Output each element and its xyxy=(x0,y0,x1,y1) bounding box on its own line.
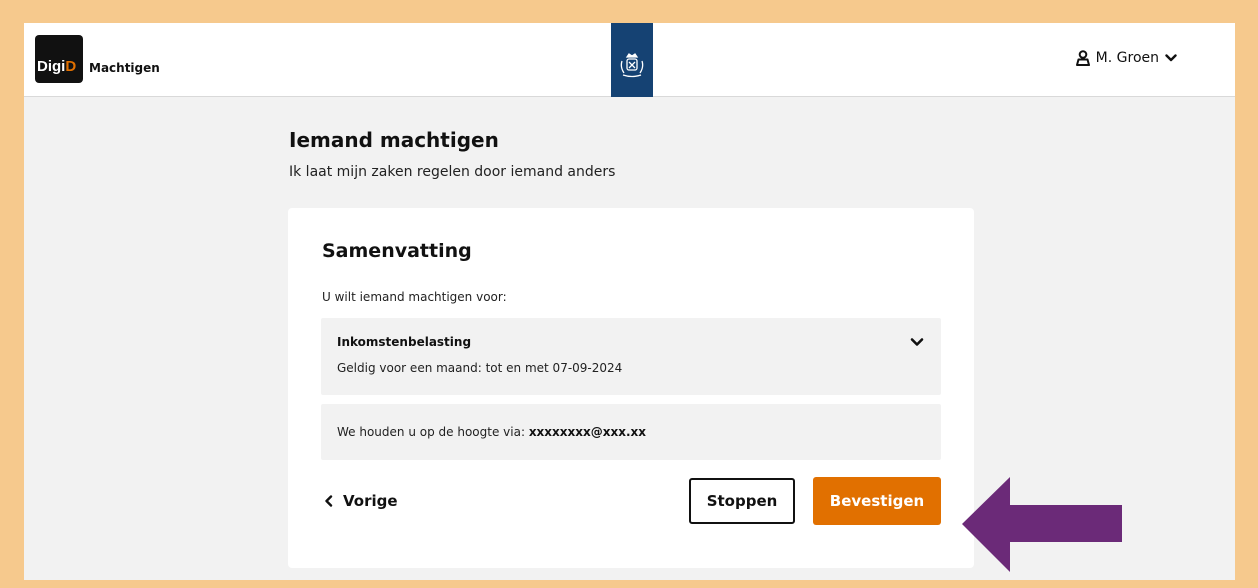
notification-label: We houden u op de hoogte via: xyxy=(337,425,525,439)
chevron-down-icon xyxy=(1165,54,1177,62)
authorization-validity: Geldig voor een maand: tot en met 07-09-… xyxy=(337,361,623,375)
coat-of-arms-icon xyxy=(620,53,644,78)
user-menu[interactable]: M. Groen xyxy=(1075,48,1177,68)
summary-title: Samenvatting xyxy=(322,240,472,262)
page-subtitle: Ik laat mijn zaken regelen door iemand a… xyxy=(289,164,616,180)
chevron-left-icon xyxy=(325,495,333,507)
digid-logo-text: DigiD xyxy=(37,58,77,75)
confirm-button[interactable]: Bevestigen xyxy=(813,477,941,525)
summary-intro: U wilt iemand machtigen voor: xyxy=(322,290,507,304)
authorization-name: Inkomstenbelasting xyxy=(337,335,472,349)
chevron-down-icon[interactable] xyxy=(909,334,925,350)
user-icon xyxy=(1075,50,1090,66)
stop-button[interactable]: Stoppen xyxy=(689,478,795,524)
app-name: Machtigen xyxy=(89,61,160,75)
user-name: M. Groen xyxy=(1095,50,1159,66)
browser-viewport: DigiD Machtigen M. Groen Iemand machtige… xyxy=(24,23,1235,580)
page-title: Iemand machtigen xyxy=(289,128,499,152)
notification-panel: We houden u op de hoogte via: xxxxxxxx@x… xyxy=(321,404,941,460)
annotation-arrow-icon xyxy=(962,477,1122,572)
back-link[interactable]: Vorige xyxy=(324,492,398,510)
notification-email: xxxxxxxx@xxx.xx xyxy=(528,425,646,439)
top-bar: DigiD Machtigen M. Groen xyxy=(24,23,1235,97)
back-label: Vorige xyxy=(343,492,398,510)
notification-line: We houden u op de hoogte via: xxxxxxxx@x… xyxy=(337,425,646,439)
rijksoverheid-logo xyxy=(611,23,653,97)
summary-card: Samenvatting U wilt iemand machtigen voo… xyxy=(288,208,974,568)
authorization-panel[interactable]: Inkomstenbelasting Geldig voor een maand… xyxy=(321,318,941,395)
